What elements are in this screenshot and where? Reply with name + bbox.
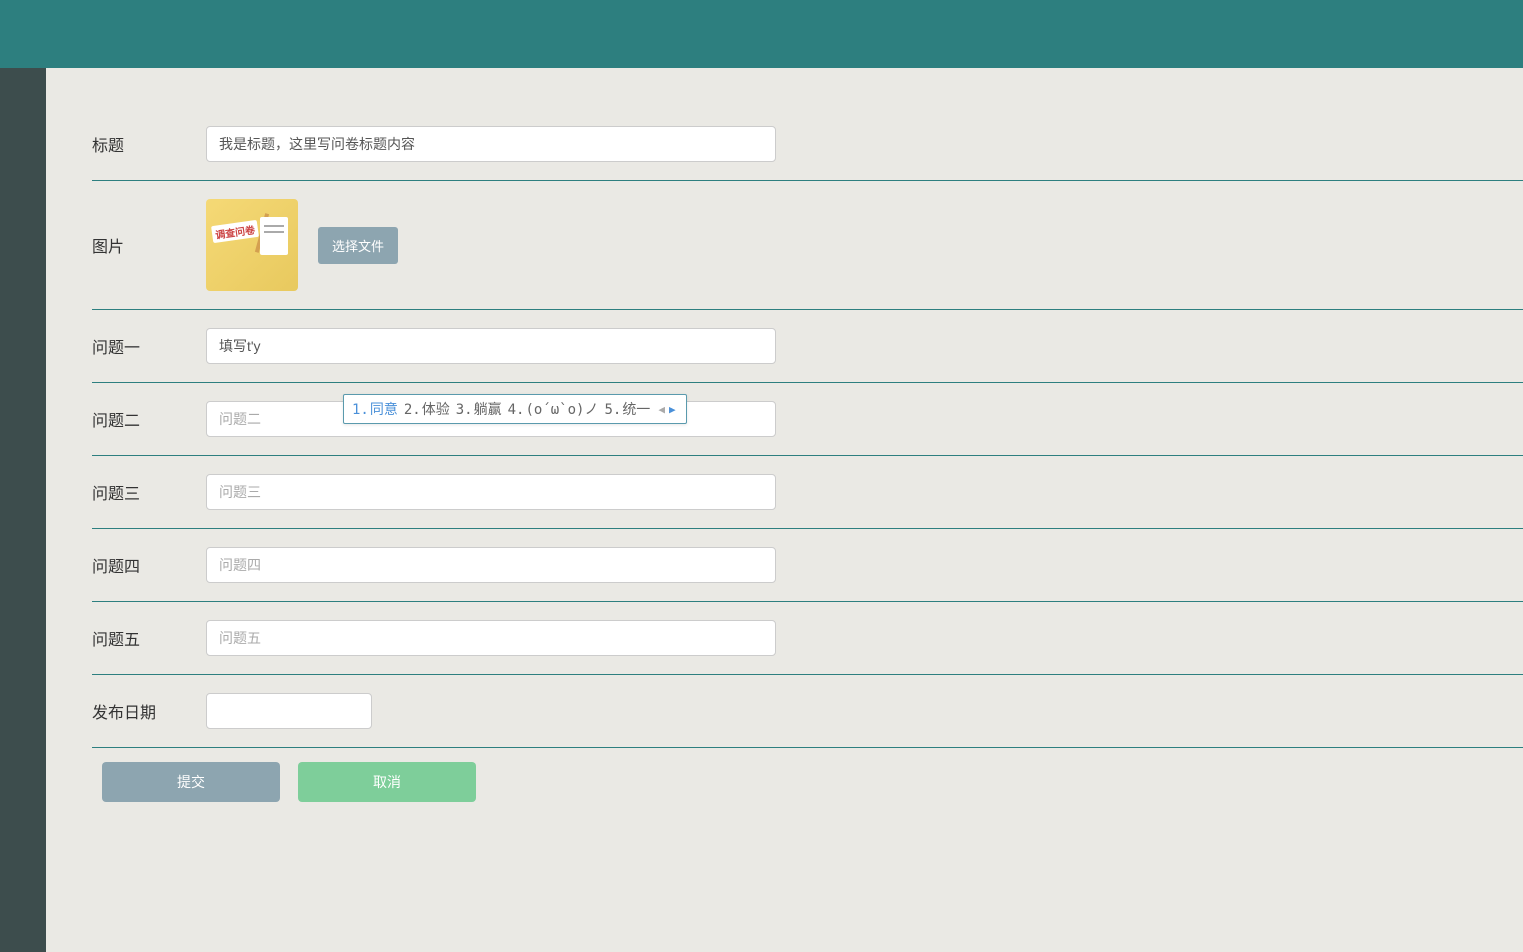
main-layout: 标题 图片 调查问卷 选择文件 问题一 问题二 问题三 xyxy=(0,68,1523,952)
question3-row: 问题三 xyxy=(92,456,1523,529)
question3-label: 问题三 xyxy=(92,480,206,504)
top-header xyxy=(0,0,1523,68)
ime-candidate-5[interactable]: 5.统一 xyxy=(604,399,650,419)
date-input[interactable] xyxy=(206,693,372,729)
question5-input[interactable] xyxy=(206,620,776,656)
ime-next-icon[interactable]: ▶ xyxy=(667,403,678,416)
question1-input[interactable] xyxy=(206,328,776,364)
choose-file-button[interactable]: 选择文件 xyxy=(318,227,398,264)
question2-label: 问题二 xyxy=(92,407,206,431)
question3-input[interactable] xyxy=(206,474,776,510)
ime-candidate-4[interactable]: 4.(o´ω`o)ノ xyxy=(508,399,599,419)
ime-candidate-1[interactable]: 1.同意 xyxy=(352,399,398,419)
question5-row: 问题五 xyxy=(92,602,1523,675)
button-row: 提交 取消 xyxy=(92,748,1523,802)
title-input[interactable] xyxy=(206,126,776,162)
sidebar xyxy=(0,68,46,952)
question1-row: 问题一 xyxy=(92,310,1523,383)
preview-doc-icon xyxy=(260,217,288,255)
date-label: 发布日期 xyxy=(92,699,206,723)
image-label: 图片 xyxy=(92,233,206,257)
preview-text: 调查问卷 xyxy=(211,220,259,243)
date-row: 发布日期 xyxy=(92,675,1523,748)
ime-candidate-2[interactable]: 2.体验 xyxy=(404,399,450,419)
title-label: 标题 xyxy=(92,132,206,156)
image-preview[interactable]: 调查问卷 xyxy=(206,199,298,291)
ime-candidate-3[interactable]: 3.躺赢 xyxy=(456,399,502,419)
question4-input[interactable] xyxy=(206,547,776,583)
ime-candidate-popup: 1.同意 2.体验 3.躺赢 4.(o´ω`o)ノ 5.统一 ◀ ▶ xyxy=(343,394,687,424)
question4-row: 问题四 xyxy=(92,529,1523,602)
title-row: 标题 xyxy=(92,108,1523,181)
question5-label: 问题五 xyxy=(92,626,206,650)
cancel-button[interactable]: 取消 xyxy=(298,762,476,802)
question2-row: 问题二 xyxy=(92,383,1523,456)
image-row: 图片 调查问卷 选择文件 xyxy=(92,181,1523,310)
question1-label: 问题一 xyxy=(92,334,206,358)
form-container: 标题 图片 调查问卷 选择文件 问题一 问题二 问题三 xyxy=(46,68,1523,952)
ime-prev-icon[interactable]: ◀ xyxy=(656,403,667,416)
question4-label: 问题四 xyxy=(92,553,206,577)
submit-button[interactable]: 提交 xyxy=(102,762,280,802)
